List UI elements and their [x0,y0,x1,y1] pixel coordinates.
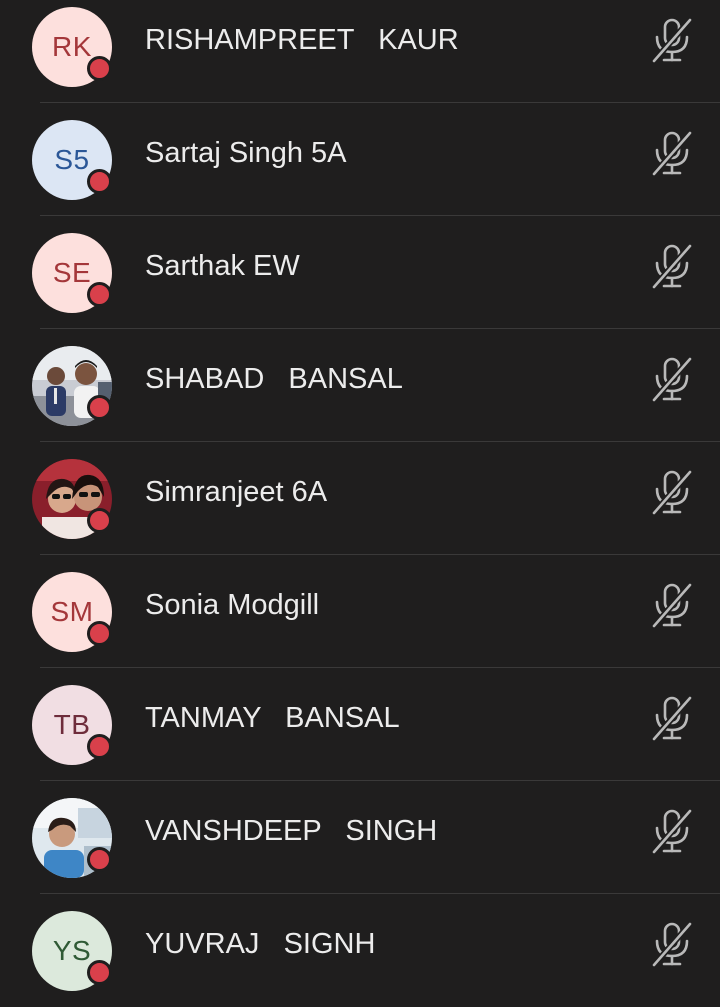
mic-off-icon[interactable] [648,354,696,404]
mic-off-icon[interactable] [648,467,696,517]
mic-off-icon[interactable] [648,806,696,856]
participant-name: VANSHDEEP SINGH [145,815,438,847]
participant-row[interactable]: RK RISHAMPREET KAUR [0,0,720,103]
mic-off-icon[interactable] [648,693,696,743]
presence-busy-icon [87,508,112,533]
avatar-initials: S5 [54,144,90,175]
participant-row[interactable]: VANSHDEEP SINGH [0,781,720,894]
mic-off-icon[interactable] [648,128,696,178]
avatar-initials: TB [53,709,91,740]
participant-name: YUVRAJ SIGNH [145,928,376,960]
participant-row[interactable]: SM Sonia Modgill [0,555,720,668]
participant-name: Sartaj Singh 5A [145,137,347,169]
participant-row[interactable]: SHABAD BANSAL [0,329,720,442]
participant-row[interactable]: TB TANMAY BANSAL [0,668,720,781]
mic-off-icon[interactable] [648,241,696,291]
avatar-initials: SM [50,596,94,627]
presence-busy-icon [87,621,112,646]
participant-row[interactable]: S5 Sartaj Singh 5A [0,103,720,216]
mic-off-icon[interactable] [648,15,696,65]
presence-busy-icon [87,169,112,194]
participant-list: RK RISHAMPREET KAUR S5 Sartaj Singh 5A S… [0,0,720,1007]
mic-off-icon[interactable] [648,580,696,630]
avatar-initials: YS [52,935,92,966]
presence-busy-icon [87,734,112,759]
participant-name: TANMAY BANSAL [145,702,400,734]
presence-busy-icon [87,56,112,81]
presence-busy-icon [87,847,112,872]
participant-row[interactable]: YS YUVRAJ SIGNH [0,894,720,1007]
participant-name: Sonia Modgill [145,589,320,621]
participant-name: Simranjeet 6A [145,476,328,508]
presence-busy-icon [87,395,112,420]
presence-busy-icon [87,960,112,985]
participant-name: SHABAD BANSAL [145,363,403,395]
participant-name: RISHAMPREET KAUR [145,24,459,56]
avatar-initials: SE [52,257,92,288]
participant-row[interactable]: SE Sarthak EW [0,216,720,329]
participant-name: Sarthak EW [145,250,300,282]
participant-row[interactable]: Simranjeet 6A [0,442,720,555]
presence-busy-icon [87,282,112,307]
mic-off-icon[interactable] [648,919,696,969]
avatar-initials: RK [52,31,92,62]
